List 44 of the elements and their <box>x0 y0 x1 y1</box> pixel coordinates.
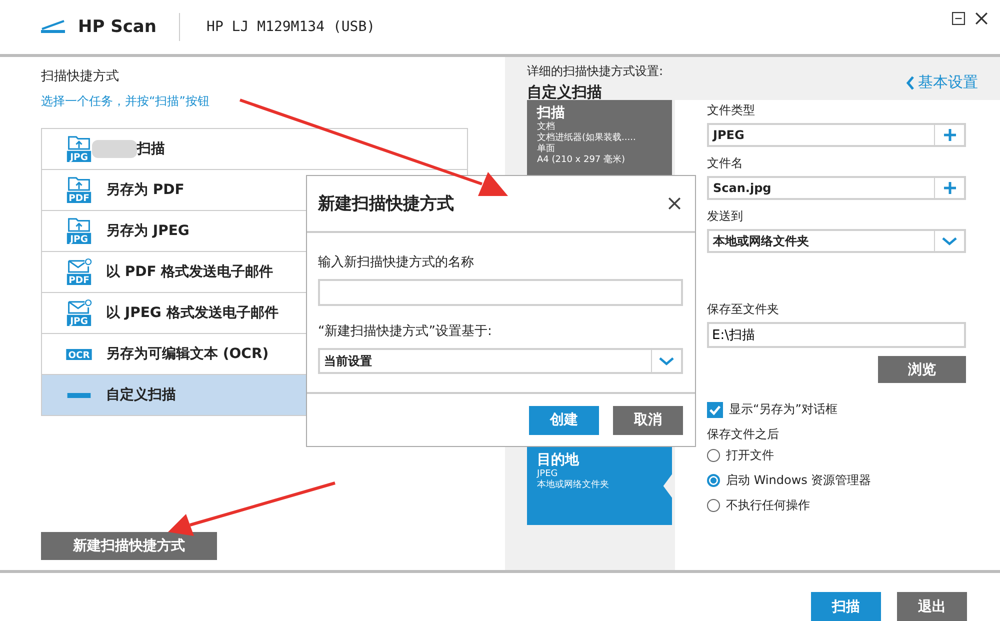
details-heading: 详细的扫描快捷方式设置: <box>527 63 664 80</box>
checkbox-label: 显示“另存为”对话框 <box>729 401 838 418</box>
bar-icon <box>65 392 93 398</box>
details-title: 自定义扫描 <box>527 83 603 102</box>
close-icon[interactable] <box>668 197 681 210</box>
ocr-icon: OCR <box>66 348 92 360</box>
scanner-icon <box>40 20 66 34</box>
field-label: 发送到 <box>707 208 744 225</box>
file-type-field[interactable]: JPEG <box>707 123 966 147</box>
file-name-field[interactable]: Scan.jpg <box>707 176 966 200</box>
radio-label: 不执行任何操作 <box>726 497 810 514</box>
chevron-down-icon <box>659 356 674 366</box>
device-name: HP LJ M129M134 (USB) <box>206 19 376 35</box>
hint-text: 选择一个任务，并按“扫描”按钮 <box>41 93 210 110</box>
footer-button[interactable]: 退出 <box>897 592 967 621</box>
shortcut-item[interactable]: JPG 扫描 <box>42 129 467 170</box>
dialog-button[interactable]: 创建 <box>529 406 599 434</box>
field-label: 文件名 <box>707 155 744 172</box>
destination-card[interactable]: 目的地 JPEG 本地或网络文件夹 <box>527 447 672 525</box>
radio-button[interactable] <box>707 474 720 487</box>
dialog-button[interactable]: 取消 <box>613 406 683 434</box>
send-to-dropdown[interactable]: 本地或网络文件夹 <box>707 229 966 253</box>
chevron-down-icon <box>942 236 957 246</box>
chevron-left-icon <box>906 76 914 90</box>
minimize-icon[interactable] <box>952 12 965 25</box>
based-on-dropdown[interactable]: 当前设置 <box>318 348 683 374</box>
save-as-checkbox[interactable] <box>707 402 723 418</box>
radio-label: 启动 Windows 资源管理器 <box>726 472 872 489</box>
plus-icon[interactable] <box>944 182 956 194</box>
browse-button[interactable]: 浏览 <box>878 356 966 383</box>
radio-label: 打开文件 <box>726 447 774 464</box>
folder-path-field[interactable]: E:\扫描 <box>707 322 966 348</box>
radio-button[interactable] <box>707 449 720 462</box>
footer-button[interactable]: 扫描 <box>811 592 881 621</box>
name-input-field[interactable] <box>318 279 683 306</box>
panel-title: 扫描快捷方式 <box>41 68 120 85</box>
section-label: 保存文件之后 <box>707 426 780 443</box>
new-shortcut-button[interactable]: 新建扫描快捷方式 <box>41 532 217 560</box>
field-label: 保存至文件夹 <box>707 301 780 318</box>
plus-icon[interactable] <box>944 129 956 141</box>
field-label: 文件类型 <box>707 102 756 119</box>
app-name: HP Scan <box>78 13 180 41</box>
radio-button[interactable] <box>707 499 720 512</box>
close-icon[interactable] <box>975 12 988 25</box>
